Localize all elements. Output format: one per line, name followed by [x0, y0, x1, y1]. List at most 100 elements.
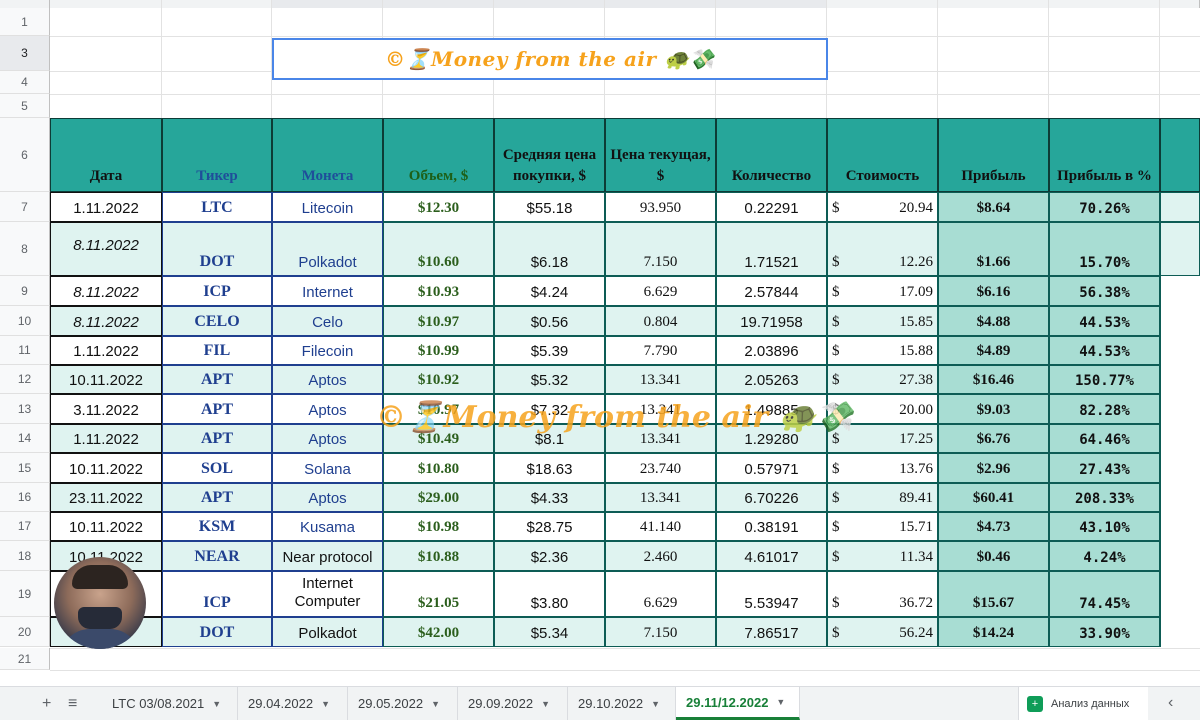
cell-date[interactable]: 23.11.2022 [50, 483, 162, 512]
cell-extra[interactable] [1160, 306, 1200, 336]
tab-menu-caret-icon[interactable]: ▼ [212, 699, 221, 709]
cell-date[interactable]: 1.11.2022 [50, 192, 162, 222]
cell-volume[interactable]: $29.00 [383, 483, 494, 512]
spreadsheet-grid[interactable]: 1 3 4 5 6 7 8 9 10 11 12 13 14 15 16 17 18 19 20 21 ©… [0, 0, 1200, 686]
cell-date[interactable]: 10.11.2022 [50, 365, 162, 394]
cell-coin[interactable]: Filecoin [272, 336, 383, 365]
cell-qty[interactable]: 5.53947 [716, 571, 827, 617]
cell-extra[interactable] [1160, 365, 1200, 394]
cell-coin[interactable]: Aptos [272, 424, 383, 453]
cell-cur[interactable]: 7.790 [605, 336, 716, 365]
cell-profit[interactable]: $2.96 [938, 453, 1049, 483]
cell-profit[interactable]: $1.66 [938, 222, 1049, 276]
cell-qty[interactable]: 1.71521 [716, 222, 827, 276]
row-header[interactable]: 6 [0, 118, 50, 192]
cell-value[interactable]: $20.94 [827, 192, 938, 222]
row-header[interactable]: 18 [0, 541, 50, 571]
column-header[interactable] [605, 0, 716, 8]
cell-cur[interactable]: 13.341 [605, 394, 716, 424]
row-header[interactable]: 19 [0, 571, 50, 617]
cell-pct[interactable]: 44.53% [1049, 336, 1160, 365]
cell-qty[interactable]: 7.86517 [716, 617, 827, 647]
tab-menu-caret-icon[interactable]: ▼ [776, 697, 785, 707]
cell-qty[interactable]: 1.49885 [716, 394, 827, 424]
cell-pct[interactable]: 150.77% [1049, 365, 1160, 394]
cell-cur[interactable]: 6.629 [605, 571, 716, 617]
header-coin[interactable]: Монета [272, 118, 383, 192]
cell-ticker[interactable]: DOT [162, 617, 272, 647]
cell-ticker[interactable]: SOL [162, 453, 272, 483]
cell-pct[interactable]: 4.24% [1049, 541, 1160, 571]
header-profit[interactable]: Прибыль [938, 118, 1049, 192]
cell-value[interactable]: $15.88 [827, 336, 938, 365]
column-header[interactable] [383, 0, 494, 8]
cell-date[interactable]: 8.11.2022 [50, 222, 162, 276]
cell-volume[interactable]: $10.98 [383, 512, 494, 541]
cell-cur[interactable]: 41.140 [605, 512, 716, 541]
header-volume[interactable]: Объем, $ [383, 118, 494, 192]
cell-cur[interactable]: 13.341 [605, 365, 716, 394]
cell-extra[interactable] [1160, 453, 1200, 483]
row-header[interactable]: 10 [0, 306, 50, 336]
cell-avg[interactable]: $2.36 [494, 541, 605, 571]
cell-cur[interactable]: 13.341 [605, 424, 716, 453]
cell-avg[interactable]: $6.18 [494, 222, 605, 276]
cell-qty[interactable]: 6.70226 [716, 483, 827, 512]
cell-value[interactable]: $11.34 [827, 541, 938, 571]
cell-volume[interactable]: $10.49 [383, 424, 494, 453]
cell-extra[interactable] [1160, 483, 1200, 512]
tab-menu-caret-icon[interactable]: ▼ [431, 699, 440, 709]
row-header[interactable]: 12 [0, 365, 50, 394]
row-header[interactable]: 20 [0, 617, 50, 647]
cell-cur[interactable]: 7.150 [605, 222, 716, 276]
cell-coin[interactable]: Celo [272, 306, 383, 336]
cell-value[interactable]: $20.00 [827, 394, 938, 424]
sheet-tab[interactable]: 29.09.2022 ▼ [458, 687, 568, 720]
cell-pct[interactable]: 43.10% [1049, 512, 1160, 541]
cell-extra[interactable] [1160, 222, 1200, 276]
cell-volume[interactable]: $10.97 [383, 306, 494, 336]
cell-ticker[interactable]: LTC [162, 192, 272, 222]
cell-coin[interactable]: Polkadot [272, 617, 383, 647]
header-date[interactable]: Дата [50, 118, 162, 192]
cell-profit[interactable]: $4.88 [938, 306, 1049, 336]
cell-coin[interactable]: Litecoin [272, 192, 383, 222]
cell-value[interactable]: $13.76 [827, 453, 938, 483]
cell-extra[interactable] [1160, 276, 1200, 306]
sheet-tab[interactable]: 29.10.2022 ▼ [568, 687, 676, 720]
cell-volume[interactable]: $10.60 [383, 222, 494, 276]
cell-ticker[interactable]: APT [162, 424, 272, 453]
cell-volume[interactable]: $10.93 [383, 276, 494, 306]
cell-pct[interactable]: 74.45% [1049, 571, 1160, 617]
cell-volume[interactable]: $10.97 [383, 394, 494, 424]
cell-avg[interactable]: $5.32 [494, 365, 605, 394]
cell-volume[interactable]: $12.30 [383, 192, 494, 222]
cell-avg[interactable]: $55.18 [494, 192, 605, 222]
column-header[interactable] [50, 0, 162, 8]
cell-avg[interactable]: $7.32 [494, 394, 605, 424]
cell-volume[interactable]: $21.05 [383, 571, 494, 617]
cell-value[interactable]: $17.25 [827, 424, 938, 453]
row-header[interactable]: 7 [0, 192, 50, 222]
cell-extra[interactable] [1160, 541, 1200, 571]
cell-value[interactable]: $15.71 [827, 512, 938, 541]
cell-value[interactable]: $12.26 [827, 222, 938, 276]
cell-qty[interactable]: 2.05263 [716, 365, 827, 394]
cell-date[interactable]: 10.11.2022 [50, 512, 162, 541]
header-current-price[interactable]: Цена текущая, $ [605, 118, 716, 192]
header-value[interactable]: Стоимость [827, 118, 938, 192]
cell-ticker[interactable]: APT [162, 483, 272, 512]
sheet-tab[interactable]: 29.04.2022 ▼ [238, 687, 348, 720]
cell-coin[interactable]: Internet [272, 276, 383, 306]
header-profit-pct[interactable]: Прибыль в % [1049, 118, 1160, 192]
column-header[interactable] [716, 0, 827, 8]
cell-qty[interactable]: 0.38191 [716, 512, 827, 541]
sheet-tab[interactable]: LTC 03/08.2021 ▼ [102, 687, 238, 720]
cell-pct[interactable]: 33.90% [1049, 617, 1160, 647]
row-header[interactable]: 13 [0, 394, 50, 424]
cell-pct[interactable]: 70.26% [1049, 192, 1160, 222]
cell-profit[interactable]: $16.46 [938, 365, 1049, 394]
cell-qty[interactable]: 0.22291 [716, 192, 827, 222]
cell-value[interactable]: $56.24 [827, 617, 938, 647]
cell-profit[interactable]: $4.89 [938, 336, 1049, 365]
